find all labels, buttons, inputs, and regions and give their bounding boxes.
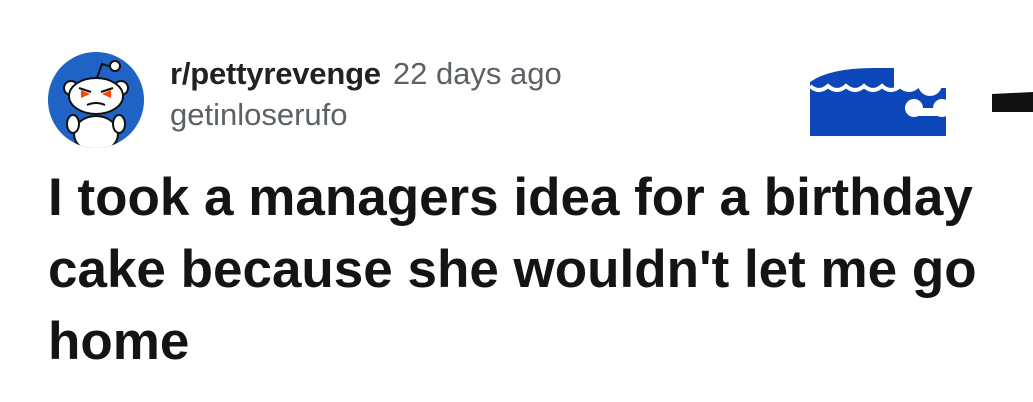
reddit-snoo-icon (48, 52, 144, 148)
cropped-icon (992, 92, 1033, 112)
subreddit-link[interactable]: r/pettyrevenge (170, 58, 381, 89)
author-username[interactable]: getinloserufo (170, 99, 562, 130)
subreddit-avatar[interactable] (48, 52, 144, 148)
post-age: 22 days ago (392, 56, 562, 91)
post-title[interactable]: I took a managers idea for a birthday ca… (48, 162, 998, 378)
flair-badge-icon (808, 68, 951, 136)
post-meta: r/pettyrevenge 22 days ago getinloserufo (170, 58, 562, 130)
meta-line: r/pettyrevenge 22 days ago (170, 58, 562, 89)
